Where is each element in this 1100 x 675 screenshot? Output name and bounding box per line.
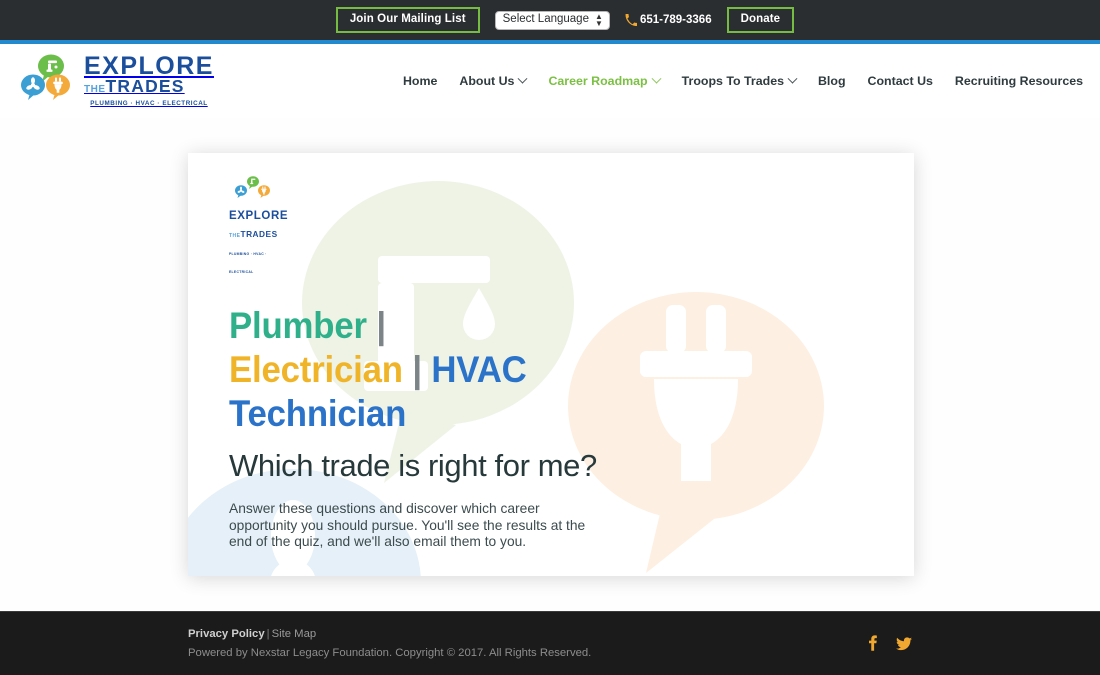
site-map-link[interactable]: Site Map: [272, 628, 317, 640]
logo-explore: EXPLORE: [84, 51, 214, 80]
top-utility-bar: Join Our Mailing List Select Language ▲ ▼…: [0, 0, 1100, 40]
nav-item-home[interactable]: Home: [403, 74, 437, 88]
card-logo-explore: EXPLORE: [229, 210, 289, 222]
nav-item-troops-to-trades[interactable]: Troops To Trades: [681, 73, 798, 88]
nav-label: About Us: [459, 74, 515, 88]
footer-left: Privacy Policy | Site Map Powered by Nexst…: [188, 628, 591, 659]
quiz-intro-card: EXPLORE THETRADES PLUMBING · HVAC · ELEC…: [188, 153, 914, 576]
footer-links: Privacy Policy | Site Map: [188, 628, 591, 640]
language-select[interactable]: Select Language ▲ ▼: [494, 10, 610, 30]
card-logo-the: THE: [229, 233, 241, 239]
footer-social-links: [867, 635, 912, 652]
footer-separator: |: [266, 628, 270, 640]
join-mailing-list-button[interactable]: Join Our Mailing List: [335, 6, 480, 34]
card-logo: EXPLORE THETRADES PLUMBING · HVAC · ELEC…: [229, 175, 288, 278]
phone-number: 651-789-3366: [639, 14, 712, 26]
nav-item-about-us[interactable]: About Us: [459, 73, 528, 88]
page-headline: Plumber | Electrician | HVAC Technician: [229, 304, 539, 436]
intro-paragraph: Answer these questions and discover whic…: [229, 501, 586, 550]
nav-label: Troops To Trades: [681, 74, 784, 88]
site-footer: Privacy Policy | Site Map Powered by Nexst…: [0, 611, 1100, 675]
logo-the-trades: THETRADES: [84, 77, 214, 99]
logo-tagline: PLUMBING · HVAC · ELECTRICAL: [90, 99, 208, 107]
main-content: EXPLORE THETRADES PLUMBING · HVAC · ELEC…: [0, 118, 1100, 611]
main-navigation: Home About Us Career Roadmap Troops To T…: [403, 73, 1083, 88]
logo-bubbles-icon: [20, 52, 78, 110]
nav-item-contact-us[interactable]: Contact Us: [868, 74, 933, 88]
phone-link[interactable]: 651-789-3366: [625, 14, 712, 26]
card-logo-tagline: PLUMBING · HVAC · ELECTRICAL: [229, 252, 267, 274]
page-subheadline: Which trade is right for me?: [229, 448, 597, 483]
nav-label: Blog: [817, 74, 846, 88]
logo-wordmark: EXPLORE THETRADES PLUMBING · HVAC · ELEC…: [84, 51, 214, 107]
site-logo[interactable]: EXPLORE THETRADES PLUMBING · HVAC · ELEC…: [20, 52, 214, 110]
nav-label: Contact Us: [867, 74, 933, 88]
card-logo-the-trades: THETRADES: [229, 229, 278, 240]
nav-item-blog[interactable]: Blog: [818, 74, 846, 88]
privacy-policy-link[interactable]: Privacy Policy: [188, 628, 265, 640]
card-logo-bubbles-icon: [229, 176, 277, 205]
logo-trades: TRADES: [105, 75, 185, 96]
language-select-value: Select Language: [502, 13, 589, 26]
footer-copyright: Powered by Nexstar Legacy Foundation. Co…: [188, 647, 592, 659]
facebook-icon[interactable]: [867, 635, 878, 652]
card-logo-trades: TRADES: [240, 229, 278, 239]
select-arrows-icon: ▲ ▼: [595, 12, 603, 28]
phone-icon: [625, 14, 637, 26]
twitter-icon[interactable]: [896, 636, 912, 651]
card-content: EXPLORE THETRADES PLUMBING · HVAC · ELEC…: [188, 153, 914, 576]
chevron-down-icon: [518, 73, 528, 84]
chevron-down-icon: [651, 73, 662, 84]
chevron-down-icon: [787, 73, 798, 84]
page-root: Join Our Mailing List Select Language ▲ ▼…: [0, 0, 1100, 675]
nav-label: Recruiting Resources: [954, 74, 1083, 88]
headline-electrician: Electrician: [229, 349, 403, 390]
logo-the: THE: [84, 83, 106, 95]
site-header: EXPLORE THETRADES PLUMBING · HVAC · ELEC…: [0, 44, 1100, 118]
nav-item-recruiting-resources[interactable]: Recruiting Resources: [955, 74, 1083, 88]
headline-plumber: Plumber: [229, 305, 367, 346]
headline-separator-1: |: [376, 305, 386, 346]
headline-separator-2: |: [412, 349, 422, 390]
nav-item-career-roadmap[interactable]: Career Roadmap: [548, 73, 662, 88]
nav-label: Home: [402, 74, 438, 88]
nav-label: Career Roadmap: [548, 74, 648, 88]
donate-button[interactable]: Donate: [726, 6, 795, 34]
top-utility-bar-inner: Join Our Mailing List Select Language ▲ ▼…: [335, 6, 795, 34]
